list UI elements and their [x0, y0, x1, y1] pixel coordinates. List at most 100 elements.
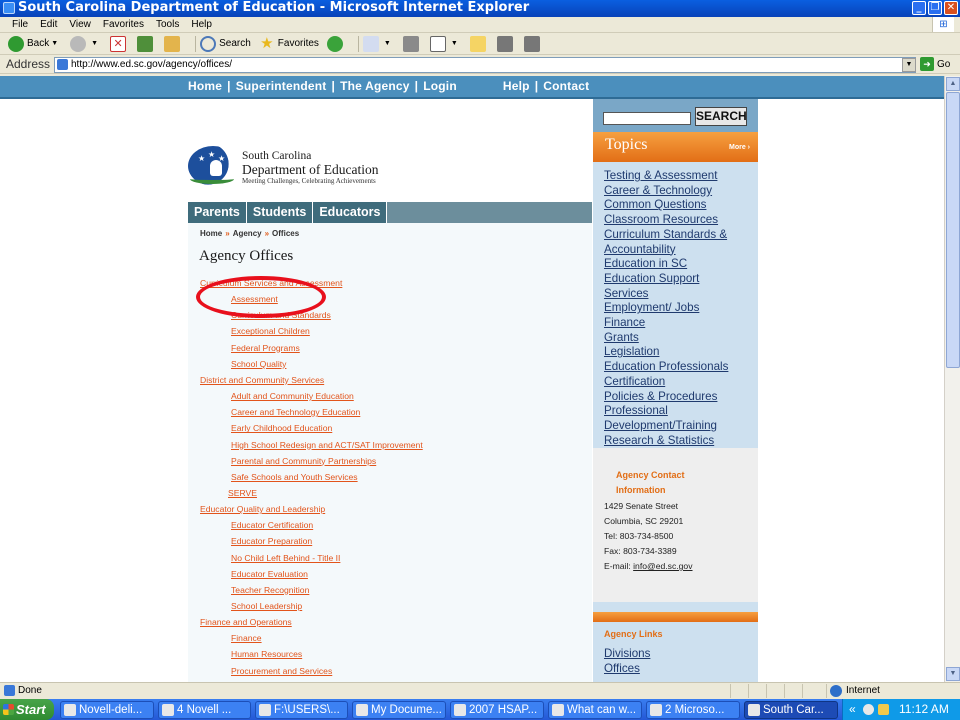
office-link[interactable]: Assessment [231, 294, 278, 304]
topics-more-link[interactable]: More › [729, 144, 750, 151]
menu-file[interactable]: File [12, 17, 28, 32]
chevron-down-icon[interactable]: ▼ [451, 40, 458, 47]
office-link[interactable]: Finance [231, 633, 262, 643]
media-button[interactable] [326, 35, 346, 52]
messenger-button[interactable] [523, 35, 543, 52]
office-link[interactable]: Procurement and Services [231, 666, 332, 676]
office-link[interactable]: No Child Left Behind - Title II [231, 553, 340, 563]
address-input[interactable]: http://www.ed.sc.gov/agency/offices/ [54, 57, 916, 73]
office-link[interactable]: Safe Schools and Youth Services [231, 472, 358, 482]
topic-link[interactable]: Grants [604, 331, 639, 344]
favorites-button[interactable]: ★ Favorites [259, 35, 319, 52]
tab-parents[interactable]: Parents [188, 202, 247, 223]
tray-expand-button[interactable]: « [849, 699, 856, 720]
scroll-up-button[interactable]: ▲ [946, 77, 960, 91]
contact-email-link[interactable]: info@ed.sc.gov [633, 561, 692, 571]
office-link[interactable]: Educator Evaluation [231, 569, 308, 579]
office-link[interactable]: SERVE [228, 488, 257, 498]
maximize-button[interactable]: ❐ [928, 1, 942, 15]
office-link[interactable]: Educator Certification [231, 520, 313, 530]
go-button[interactable]: ➜ Go [920, 57, 950, 71]
office-category-link[interactable]: Finance and Operations [200, 617, 292, 627]
office-link[interactable]: High School Redesign and ACT/SAT Improve… [231, 440, 423, 450]
topic-link[interactable]: Common Questions [604, 198, 706, 211]
agency-link-divisions[interactable]: Divisions [604, 647, 650, 660]
minimize-button[interactable]: _ [912, 1, 926, 15]
nav-login-link[interactable]: Login [423, 79, 457, 93]
taskbar-button[interactable]: What can w... [548, 701, 642, 719]
office-link[interactable]: Early Childhood Education [231, 423, 332, 433]
taskbar-button[interactable]: F:\USERS\... [255, 701, 348, 719]
print-button[interactable] [402, 35, 422, 52]
office-link[interactable]: Federal Programs [231, 343, 300, 353]
topic-link[interactable]: Finance [604, 316, 645, 329]
topic-link[interactable]: Employment/ Jobs [604, 301, 699, 314]
office-category-link[interactable]: District and Community Services [200, 375, 324, 385]
office-link[interactable]: Teacher Recognition [231, 585, 309, 595]
forward-button[interactable]: ▼ [70, 35, 102, 52]
office-link[interactable]: Human Resources [231, 649, 302, 659]
nav-help-link[interactable]: Help [503, 79, 530, 93]
close-button[interactable]: ✕ [944, 1, 958, 15]
taskbar-button[interactable]: 4 Novell ... [158, 701, 251, 719]
home-button[interactable] [164, 35, 183, 52]
breadcrumb-home[interactable]: Home [200, 229, 222, 238]
taskbar-button[interactable]: My Docume... [352, 701, 446, 719]
back-button[interactable]: Back ▼ [8, 35, 62, 52]
topic-link[interactable]: Curriculum Standards & [604, 228, 727, 241]
nav-superintendent-link[interactable]: Superintendent [236, 79, 327, 93]
office-link[interactable]: Curriculum and Standards [231, 310, 331, 320]
office-link[interactable]: School Quality [231, 359, 286, 369]
scroll-down-button[interactable]: ▼ [946, 667, 960, 681]
vertical-scrollbar[interactable]: ▲ ▼ [944, 76, 960, 682]
start-button[interactable]: Start [0, 699, 54, 720]
menu-edit[interactable]: Edit [40, 17, 57, 32]
refresh-button[interactable] [137, 35, 156, 52]
menu-favorites[interactable]: Favorites [103, 17, 144, 32]
taskbar-button[interactable]: South Car... [744, 701, 838, 719]
topic-link[interactable]: Career & Technology [604, 184, 712, 197]
topic-link[interactable]: Policies & Procedures [604, 390, 717, 403]
nav-home-link[interactable]: Home [188, 79, 222, 93]
breadcrumb-agency[interactable]: Agency [233, 229, 262, 238]
topic-link[interactable]: Classroom Resources [604, 213, 718, 226]
topic-link[interactable]: Professional [604, 404, 668, 417]
topic-link[interactable]: Education Support [604, 272, 699, 285]
taskbar-button[interactable]: Novell-deli... [60, 701, 154, 719]
taskbar-button[interactable]: 2007 HSAP... [450, 701, 544, 719]
scroll-thumb[interactable] [946, 92, 960, 368]
research-button[interactable] [496, 35, 516, 52]
topic-link[interactable]: Services [604, 287, 648, 300]
topic-link[interactable]: Development/Training [604, 419, 717, 432]
office-link[interactable]: Educator Preparation [231, 536, 312, 546]
agency-link-offices[interactable]: Offices [604, 662, 640, 675]
topic-link[interactable]: Education Professionals [604, 360, 728, 373]
tab-educators[interactable]: Educators [313, 202, 388, 223]
taskbar-button[interactable]: 2 Microso... [646, 701, 740, 719]
folder-button[interactable] [469, 35, 489, 52]
office-category-link[interactable]: Curriculum Services and Assessment [200, 278, 342, 288]
menu-help[interactable]: Help [191, 17, 212, 32]
office-link[interactable]: School Leadership [231, 601, 302, 611]
office-link[interactable]: Parental and Community Partnerships [231, 456, 376, 466]
edit-button[interactable]: ▼ [429, 35, 462, 52]
topic-link[interactable]: Testing & Assessment [604, 169, 717, 182]
menu-tools[interactable]: Tools [156, 17, 179, 32]
stop-button[interactable]: ✕ [110, 35, 129, 52]
topic-link[interactable]: Accountability [604, 243, 676, 256]
chevron-down-icon[interactable]: ▼ [51, 40, 58, 47]
office-link[interactable]: Exceptional Children [231, 326, 310, 336]
topic-link[interactable]: Certification [604, 375, 665, 388]
network-icon[interactable] [863, 704, 874, 715]
sc-education-logo[interactable]: ★ ★ ★ South Carolina Department of Educa… [188, 144, 408, 188]
security-icon[interactable] [878, 704, 889, 715]
search-button[interactable]: Search [200, 35, 251, 52]
site-search-input[interactable] [603, 112, 691, 125]
nav-contact-link[interactable]: Contact [543, 79, 589, 93]
office-link[interactable]: Career and Technology Education [231, 407, 360, 417]
nav-agency-link[interactable]: The Agency [340, 79, 410, 93]
topic-link[interactable]: Research & Statistics [604, 434, 714, 447]
tab-students[interactable]: Students [246, 202, 314, 223]
address-dropdown-button[interactable]: ▼ [902, 58, 916, 72]
topic-link[interactable]: Education in SC [604, 257, 687, 270]
